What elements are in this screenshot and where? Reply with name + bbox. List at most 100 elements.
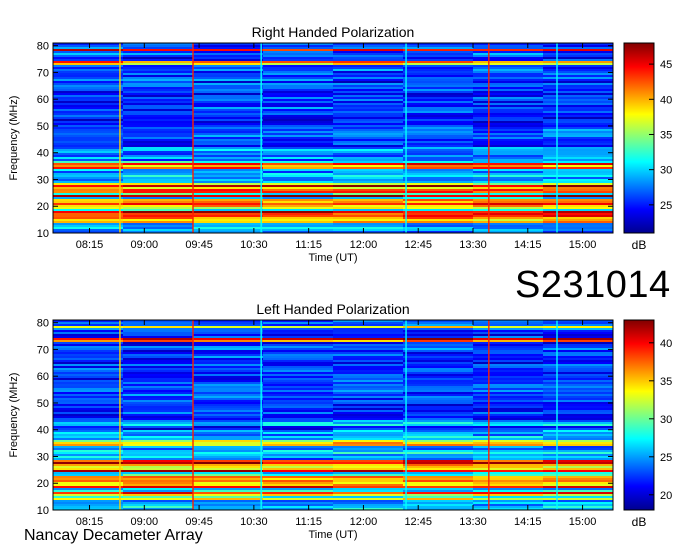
spectrogram-cell [473,129,544,132]
spectrogram-cell [473,215,544,218]
spectrogram-cell [193,410,264,413]
spectrogram-cell [473,165,544,168]
spectrogram-cell [473,183,544,186]
spectrogram-cell [333,500,404,503]
spectrogram-cell [543,406,614,409]
spectrogram-cell [193,382,264,385]
spectrogram-cell [193,93,264,96]
spectrogram-cell [193,416,264,419]
spectrogram-cell [53,151,124,154]
spectrogram-cell [333,197,404,200]
spectrogram-cell [193,67,264,70]
spectrogram-cell [123,87,194,90]
spectrogram-cell [53,183,124,186]
spectrogram-cell [193,334,264,337]
spectrogram-cell [123,346,194,349]
spectrogram-cell [403,394,474,397]
spectrogram-cell [403,97,474,100]
spectrogram-cell [263,462,334,465]
spectrogram-cell [263,221,334,224]
spectrogram-cell [543,207,614,210]
spectrogram-cell [473,424,544,427]
spectrogram-cell [333,440,404,443]
spectrogram-cell [193,446,264,449]
spectrogram-cell [53,119,124,122]
spectrogram-cell [473,380,544,383]
spectrogram-cell [53,173,124,176]
spectrogram-cell [193,414,264,417]
spectrogram-cell [473,432,544,435]
spectrogram-cell [333,179,404,182]
spectrogram-cell [543,432,614,435]
spectrogram-cell [543,492,614,495]
spectrogram-cell [123,103,194,106]
spectrogram-cell [543,450,614,453]
spectrogram-cell [193,504,264,507]
spectrogram-cell [403,55,474,58]
spectrogram-cell [473,410,544,413]
spectrogram-cell [473,404,544,407]
spectrogram-cell [473,217,544,220]
spectrogram-cell [473,360,544,363]
spectrogram-cell [53,133,124,136]
spectrogram-cell [403,476,474,479]
spectrogram-cell [263,472,334,475]
spectrogram-cell [403,384,474,387]
spectrogram-cell [543,165,614,168]
spectrogram-cell [263,93,334,96]
spectrogram-cell [403,396,474,399]
spectrogram-cell [193,402,264,405]
spectrogram-cell [403,366,474,369]
spectrogram-cell [473,71,544,74]
spectrogram-cell [333,368,404,371]
spectrogram-cell [473,155,544,158]
spectrogram-cell [53,45,124,48]
spectrogram-cell [543,147,614,150]
spectrogram-cell [473,57,544,60]
spectrogram-cell [263,203,334,206]
spectrogram-cell [543,424,614,427]
spectrogram-cell [193,69,264,72]
spectrogram-cell [333,193,404,196]
spectrogram-cell [333,83,404,86]
spectrogram-cell [193,181,264,184]
spectrogram-cell [263,185,334,188]
spectrogram-cell [403,454,474,457]
spectrogram-cell [333,338,404,341]
spectrogram-cell [543,322,614,325]
spectrogram-cell [123,506,194,509]
spectrogram-cell [123,81,194,84]
spectrogram-cell [193,336,264,339]
spectrogram-cell [263,125,334,128]
spectrogram-cell [403,464,474,467]
x-tick-label: 11:15 [295,516,322,528]
spectrogram-cell [53,93,124,96]
spectrogram-cell [123,55,194,58]
spectrogram-cell [473,205,544,208]
spectrogram-cell [543,472,614,475]
spectrogram-cell [333,404,404,407]
spectrogram-cell [333,366,404,369]
spectrogram-cell [543,77,614,80]
spectrogram-cell [473,474,544,477]
spectrogram-cell [403,450,474,453]
spectrogram-cell [543,410,614,413]
spectrogram-cell [263,61,334,64]
spectrogram-cell [123,496,194,499]
spectrogram-cell [403,57,474,60]
spectrogram-cell [193,141,264,144]
spectrogram-cell [193,438,264,441]
spectrogram-cell [473,211,544,214]
spectrogram-cell [403,187,474,190]
spectrogram-cell [263,418,334,421]
spectrogram-cell [123,171,194,174]
spectrogram-cell [193,215,264,218]
spectrogram-cell [193,422,264,425]
spectrogram-cell [403,175,474,178]
spectrogram-cell [403,227,474,230]
y-tick-label: 60 [37,371,49,383]
spectrogram-cell [473,402,544,405]
spectrogram-cell [543,153,614,156]
spectrogram-cell [123,364,194,367]
spectrogram-cell [263,139,334,142]
